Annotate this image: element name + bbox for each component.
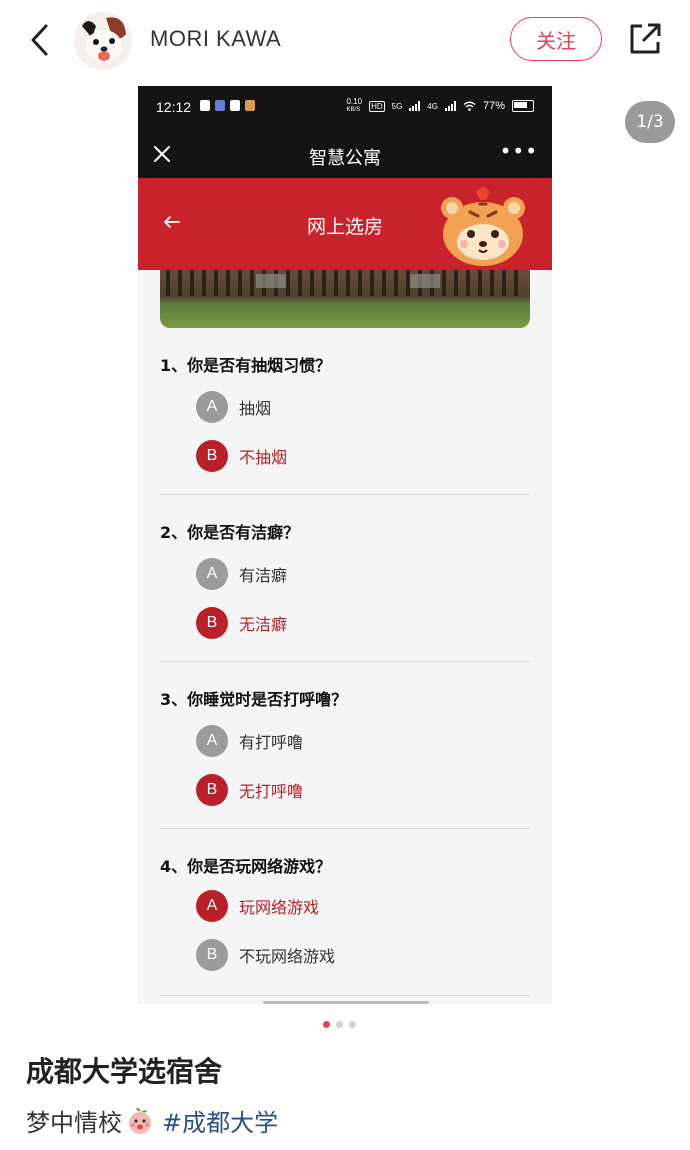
back-button[interactable] bbox=[22, 18, 58, 62]
net-speed-unit: KB/S bbox=[346, 107, 361, 113]
option-a[interactable]: A 有洁癖 bbox=[196, 557, 287, 591]
option-badge-selected: B bbox=[196, 607, 228, 639]
status-bar: 12:12 0.10 KB/S HD 5G 4G 77% bbox=[138, 86, 552, 132]
carousel-dot[interactable] bbox=[349, 1021, 356, 1028]
notification-icon bbox=[215, 100, 225, 111]
divider bbox=[160, 494, 530, 495]
post-body: 梦中情校 #成都大学 bbox=[26, 1103, 278, 1138]
carousel-dot-active[interactable] bbox=[323, 1021, 330, 1028]
more-button[interactable]: ••• bbox=[500, 141, 538, 161]
question-title: 4、你是否玩网络游戏？ bbox=[160, 857, 332, 876]
share-button[interactable] bbox=[626, 20, 664, 58]
option-badge-selected: B bbox=[196, 774, 228, 806]
post-header: MORI KAWA 关注 bbox=[0, 0, 690, 80]
option-a[interactable]: A 玩网络游戏 bbox=[196, 889, 319, 923]
option-b[interactable]: B 不抽烟 bbox=[196, 439, 287, 473]
tiger-mascot-icon bbox=[441, 186, 525, 266]
divider bbox=[160, 661, 530, 662]
dog-avatar-icon bbox=[74, 12, 132, 70]
battery-percent: 77% bbox=[482, 100, 505, 112]
option-badge: B bbox=[196, 939, 228, 971]
carousel-dots bbox=[323, 1021, 356, 1028]
option-label-selected: 无打呼噜 bbox=[239, 782, 304, 801]
post-image[interactable]: 12:12 0.10 KB/S HD 5G 4G 77% 智慧公寓 ••• 网上… bbox=[138, 86, 552, 1004]
option-badge: A bbox=[196, 558, 228, 590]
image-page-counter: 1/3 bbox=[625, 101, 675, 143]
battery-icon bbox=[512, 100, 534, 112]
option-b[interactable]: B 无洁癖 bbox=[196, 606, 287, 640]
option-label: 不玩网络游戏 bbox=[239, 947, 336, 966]
chevron-left-icon bbox=[31, 24, 48, 56]
mini-program-header: 智慧公寓 ••• bbox=[138, 132, 552, 178]
option-label-selected: 不抽烟 bbox=[239, 448, 288, 467]
banner-window bbox=[256, 274, 286, 288]
hashtag-link[interactable]: #成都大学 bbox=[162, 1103, 278, 1138]
home-indicator bbox=[263, 1001, 429, 1004]
net-speed: 0.10 KB/S bbox=[346, 98, 362, 114]
status-time: 12:12 bbox=[156, 99, 192, 115]
option-badge-selected: B bbox=[196, 440, 228, 472]
option-label-selected: 无洁癖 bbox=[239, 615, 288, 634]
wifi-icon bbox=[463, 101, 476, 111]
option-a[interactable]: A 有打呼噜 bbox=[196, 724, 303, 758]
peach-face-emoji-icon bbox=[129, 1107, 151, 1134]
net-speed-value: 0.10 bbox=[346, 97, 363, 106]
question-title: 1、你是否有抽烟习惯？ bbox=[160, 356, 332, 375]
hd-badge: HD bbox=[369, 100, 385, 112]
mini-program-title: 智慧公寓 bbox=[309, 148, 381, 169]
option-label: 抽烟 bbox=[239, 399, 272, 418]
option-label-selected: 玩网络游戏 bbox=[239, 898, 320, 917]
notification-icon bbox=[245, 100, 255, 111]
share-icon bbox=[630, 23, 661, 54]
network-4g: 4G bbox=[427, 101, 438, 111]
option-badge: A bbox=[196, 391, 228, 423]
option-badge: A bbox=[196, 725, 228, 757]
carousel-dot[interactable] bbox=[336, 1021, 343, 1028]
username[interactable]: MORI KAWA bbox=[150, 26, 281, 52]
follow-button[interactable]: 关注 bbox=[510, 17, 602, 61]
network-5g: 5G bbox=[391, 101, 403, 111]
notification-icons bbox=[200, 100, 255, 111]
post-title: 成都大学选宿舍 bbox=[26, 1055, 223, 1088]
notification-icon bbox=[200, 100, 210, 111]
page-header: 网上选房 bbox=[138, 178, 552, 270]
divider bbox=[160, 995, 530, 996]
banner-window bbox=[410, 274, 440, 288]
notification-icon bbox=[230, 100, 240, 111]
option-a[interactable]: A 抽烟 bbox=[196, 390, 271, 424]
question-title: 2、你是否有洁癖？ bbox=[160, 523, 300, 542]
status-right: 0.10 KB/S HD 5G 4G 77% bbox=[346, 98, 534, 114]
option-label: 有打呼噜 bbox=[239, 733, 304, 752]
banner-columns bbox=[160, 270, 530, 296]
campus-banner-image bbox=[160, 270, 530, 328]
option-badge-selected: A bbox=[196, 890, 228, 922]
option-b[interactable]: B 不玩网络游戏 bbox=[196, 938, 335, 972]
option-label: 有洁癖 bbox=[239, 566, 288, 585]
avatar[interactable] bbox=[74, 12, 132, 70]
signal-icon bbox=[409, 101, 421, 111]
signal-icon bbox=[444, 101, 456, 111]
option-b[interactable]: B 无打呼噜 bbox=[196, 773, 303, 807]
divider bbox=[160, 828, 530, 829]
post-body-text: 梦中情校 bbox=[26, 1109, 122, 1137]
question-title: 3、你睡觉时是否打呼噜？ bbox=[160, 690, 348, 709]
